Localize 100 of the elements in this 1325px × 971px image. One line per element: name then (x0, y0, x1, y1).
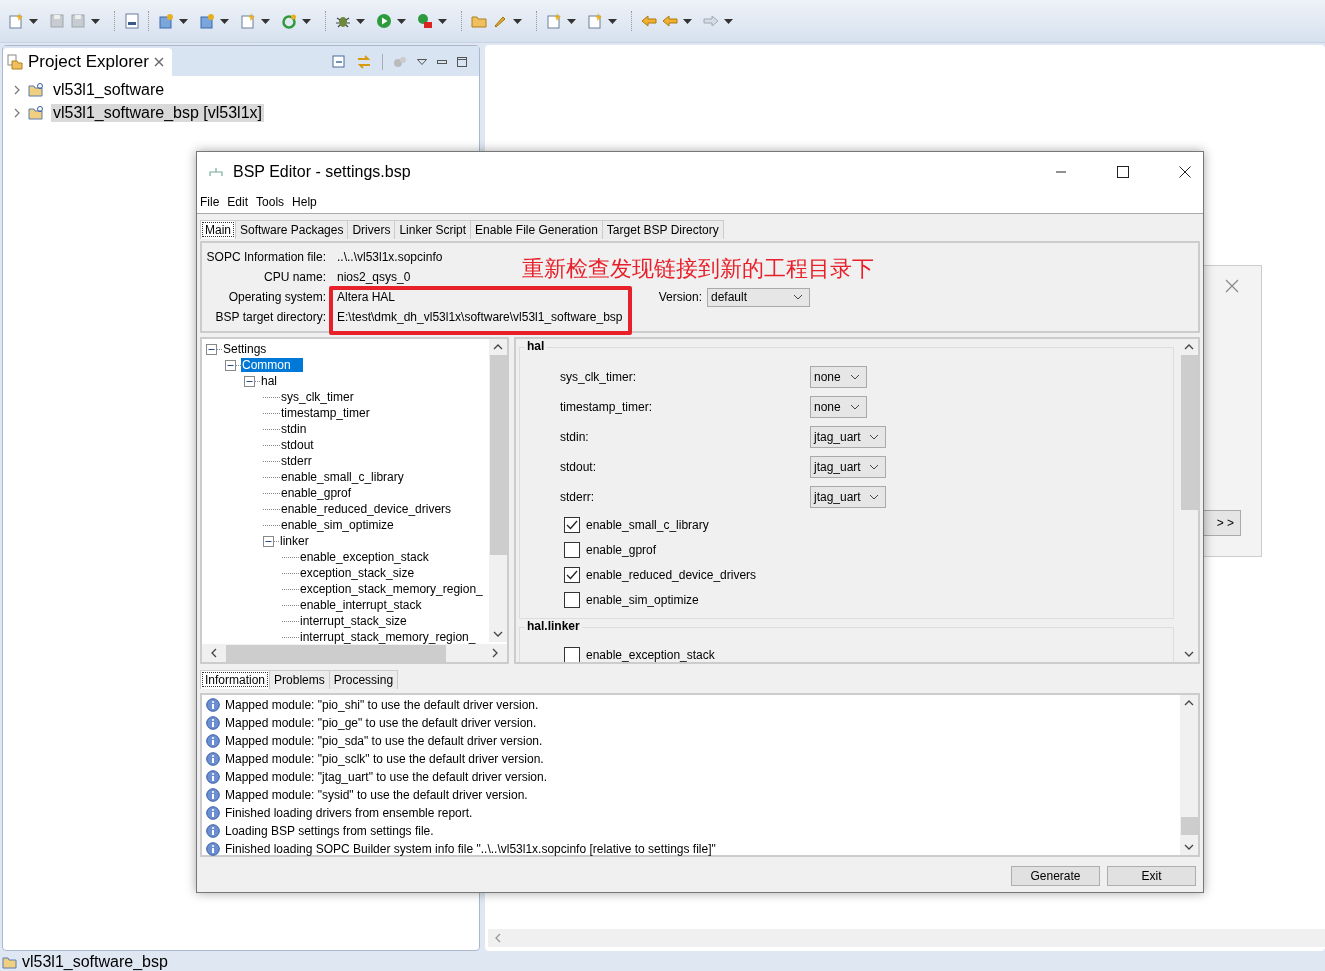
caret-icon[interactable] (356, 18, 365, 24)
close-icon[interactable] (1179, 165, 1191, 178)
caret-icon[interactable] (220, 18, 229, 24)
checkbox[interactable] (564, 541, 580, 558)
menu-item[interactable]: Edit (227, 195, 249, 209)
checkbox[interactable] (564, 516, 580, 533)
caret-icon[interactable] (438, 18, 447, 24)
caret-icon[interactable] (724, 18, 733, 24)
expand-chevron-icon[interactable] (13, 84, 21, 95)
minimize-icon[interactable] (437, 60, 447, 64)
tab[interactable]: Processing (328, 670, 399, 689)
tree-item[interactable]: hal (260, 374, 278, 388)
caret-icon[interactable] (397, 18, 406, 24)
scroll-up-icon[interactable] (493, 343, 503, 351)
setting-dropdown[interactable]: jtag_uart (810, 426, 886, 448)
scroll-up-icon[interactable] (1184, 343, 1194, 351)
project-item[interactable]: vl53l1_software_bsp [vl53l1x] (51, 103, 264, 122)
scroll-down-icon[interactable] (493, 630, 503, 638)
info-icon (206, 824, 220, 838)
expand-chevron-icon[interactable] (13, 107, 21, 118)
scroll-right-icon[interactable] (491, 648, 499, 658)
caret-icon[interactable] (261, 18, 270, 24)
tree-item[interactable]: interrupt_stack_size (299, 614, 408, 628)
scroll-down-icon[interactable] (1184, 650, 1194, 658)
horizontal-scrollbar[interactable] (488, 929, 1325, 947)
tree-item[interactable]: stdin (280, 422, 308, 436)
menu-item[interactable]: File (200, 195, 220, 209)
version-dropdown[interactable]: default (707, 287, 810, 307)
view-tab[interactable]: Project Explorer (3, 48, 172, 76)
run-icon[interactable] (376, 13, 392, 29)
tree-item[interactable]: enable_small_c_library (280, 470, 405, 484)
checkbox[interactable] (564, 591, 580, 608)
info-icon (206, 734, 220, 748)
view-menu-icon[interactable] (417, 59, 427, 65)
scroll-up-icon[interactable] (1184, 699, 1194, 707)
back-arrow-icon[interactable] (662, 13, 678, 29)
caret-icon[interactable] (179, 18, 188, 24)
tree-item[interactable]: interrupt_stack_memory_region_ (299, 630, 477, 644)
expander-icon[interactable] (244, 375, 255, 387)
scroll-left-icon[interactable] (210, 648, 218, 658)
tree-item[interactable]: Common (241, 358, 303, 372)
tree-item[interactable]: timestamp_timer (280, 406, 371, 420)
tab[interactable]: Software Packages (235, 220, 349, 239)
tree-item[interactable]: enable_sim_optimize (280, 518, 395, 532)
scroll-thumb[interactable] (1180, 355, 1198, 510)
checkbox[interactable] (564, 566, 580, 583)
tree-item[interactable]: enable_gprof (280, 486, 353, 500)
tree-item[interactable]: enable_reduced_device_drivers (280, 502, 453, 516)
caret-icon[interactable] (683, 18, 692, 24)
tree-item[interactable]: exception_stack_memory_region_ (299, 582, 484, 596)
exit-button[interactable]: Exit (1107, 866, 1196, 886)
checkbox[interactable] (564, 646, 580, 662)
horizontal-scrollbar[interactable] (202, 644, 507, 662)
vertical-scrollbar[interactable] (1180, 695, 1198, 855)
expander-icon[interactable] (263, 535, 274, 547)
class-icon[interactable] (158, 13, 174, 29)
scroll-thumb[interactable] (1180, 817, 1198, 835)
menu-item[interactable]: Tools (256, 195, 285, 209)
tab[interactable]: Main (200, 220, 236, 239)
caret-icon[interactable] (513, 18, 522, 24)
tree-item[interactable]: stderr (280, 454, 313, 468)
caret-icon[interactable] (29, 18, 38, 24)
tree-item[interactable]: sys_clk_timer (280, 390, 355, 404)
setting-dropdown[interactable]: jtag_uart (810, 486, 886, 508)
caret-icon[interactable] (91, 18, 100, 24)
tree-item[interactable]: linker (279, 534, 310, 548)
refresh-icon[interactable] (281, 13, 297, 29)
setting-label: stderr: (560, 490, 595, 504)
tab[interactable]: Problems (269, 670, 330, 689)
setting-dropdown[interactable]: none (810, 366, 867, 388)
tree-item[interactable]: exception_stack_size (299, 566, 416, 580)
run-tool-icon[interactable] (417, 13, 433, 29)
scroll-thumb[interactable] (489, 355, 507, 555)
caret-icon[interactable] (608, 18, 617, 24)
project-item[interactable]: vl53l1_software (51, 80, 167, 99)
scroll-thumb[interactable] (226, 644, 446, 662)
maximize-icon[interactable] (1117, 165, 1129, 178)
setting-dropdown[interactable]: jtag_uart (810, 456, 886, 478)
expander-icon[interactable] (206, 343, 217, 355)
tab[interactable]: Drivers (347, 220, 396, 239)
tree-item[interactable]: enable_exception_stack (299, 550, 430, 564)
binary-file-icon[interactable] (124, 13, 140, 29)
generate-button[interactable]: Generate (1011, 866, 1100, 886)
tab[interactable]: Linker Script (394, 220, 472, 239)
tree-item[interactable]: Settings (222, 342, 268, 356)
collapse-icon[interactable] (332, 55, 346, 69)
caret-icon[interactable] (567, 18, 576, 24)
class-icon[interactable] (199, 13, 215, 29)
setting-dropdown[interactable]: none (810, 396, 867, 418)
tree-item[interactable]: enable_interrupt_stack (299, 598, 423, 612)
menu-item[interactable]: Help (292, 195, 317, 209)
caret-icon[interactable] (302, 18, 311, 24)
tab[interactable]: Information (200, 670, 271, 689)
back-arrow-icon[interactable] (641, 13, 657, 29)
tree-item[interactable]: stdout (280, 438, 315, 452)
tab[interactable]: Enable File Generation (470, 220, 603, 239)
vertical-scrollbar[interactable] (489, 339, 507, 642)
scroll-down-icon[interactable] (1184, 843, 1194, 851)
expander-icon[interactable] (225, 359, 236, 371)
tab[interactable]: Target BSP Directory (601, 220, 724, 239)
